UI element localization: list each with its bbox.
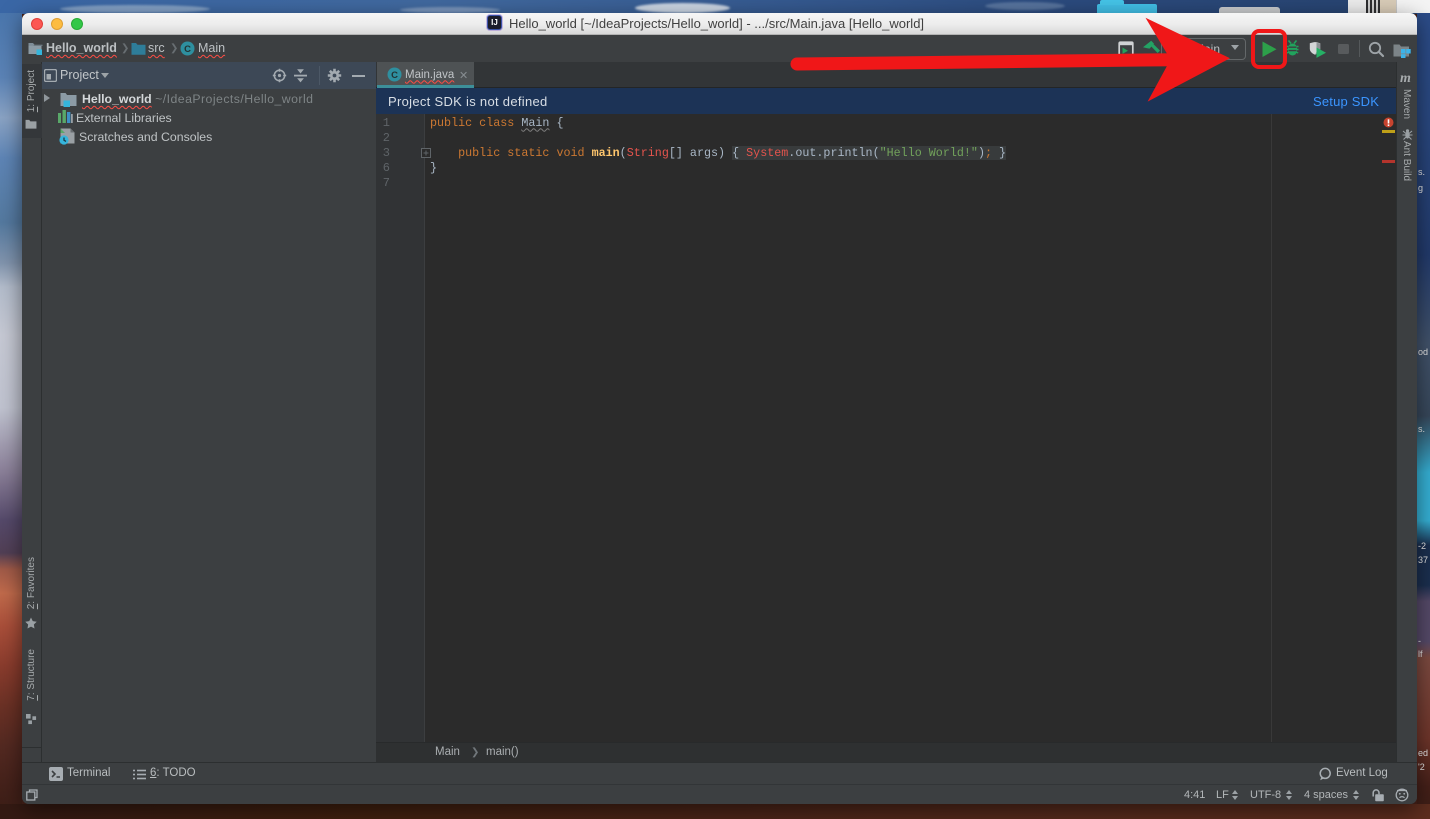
svg-text:C: C bbox=[391, 70, 398, 81]
svg-text:C: C bbox=[184, 44, 191, 55]
